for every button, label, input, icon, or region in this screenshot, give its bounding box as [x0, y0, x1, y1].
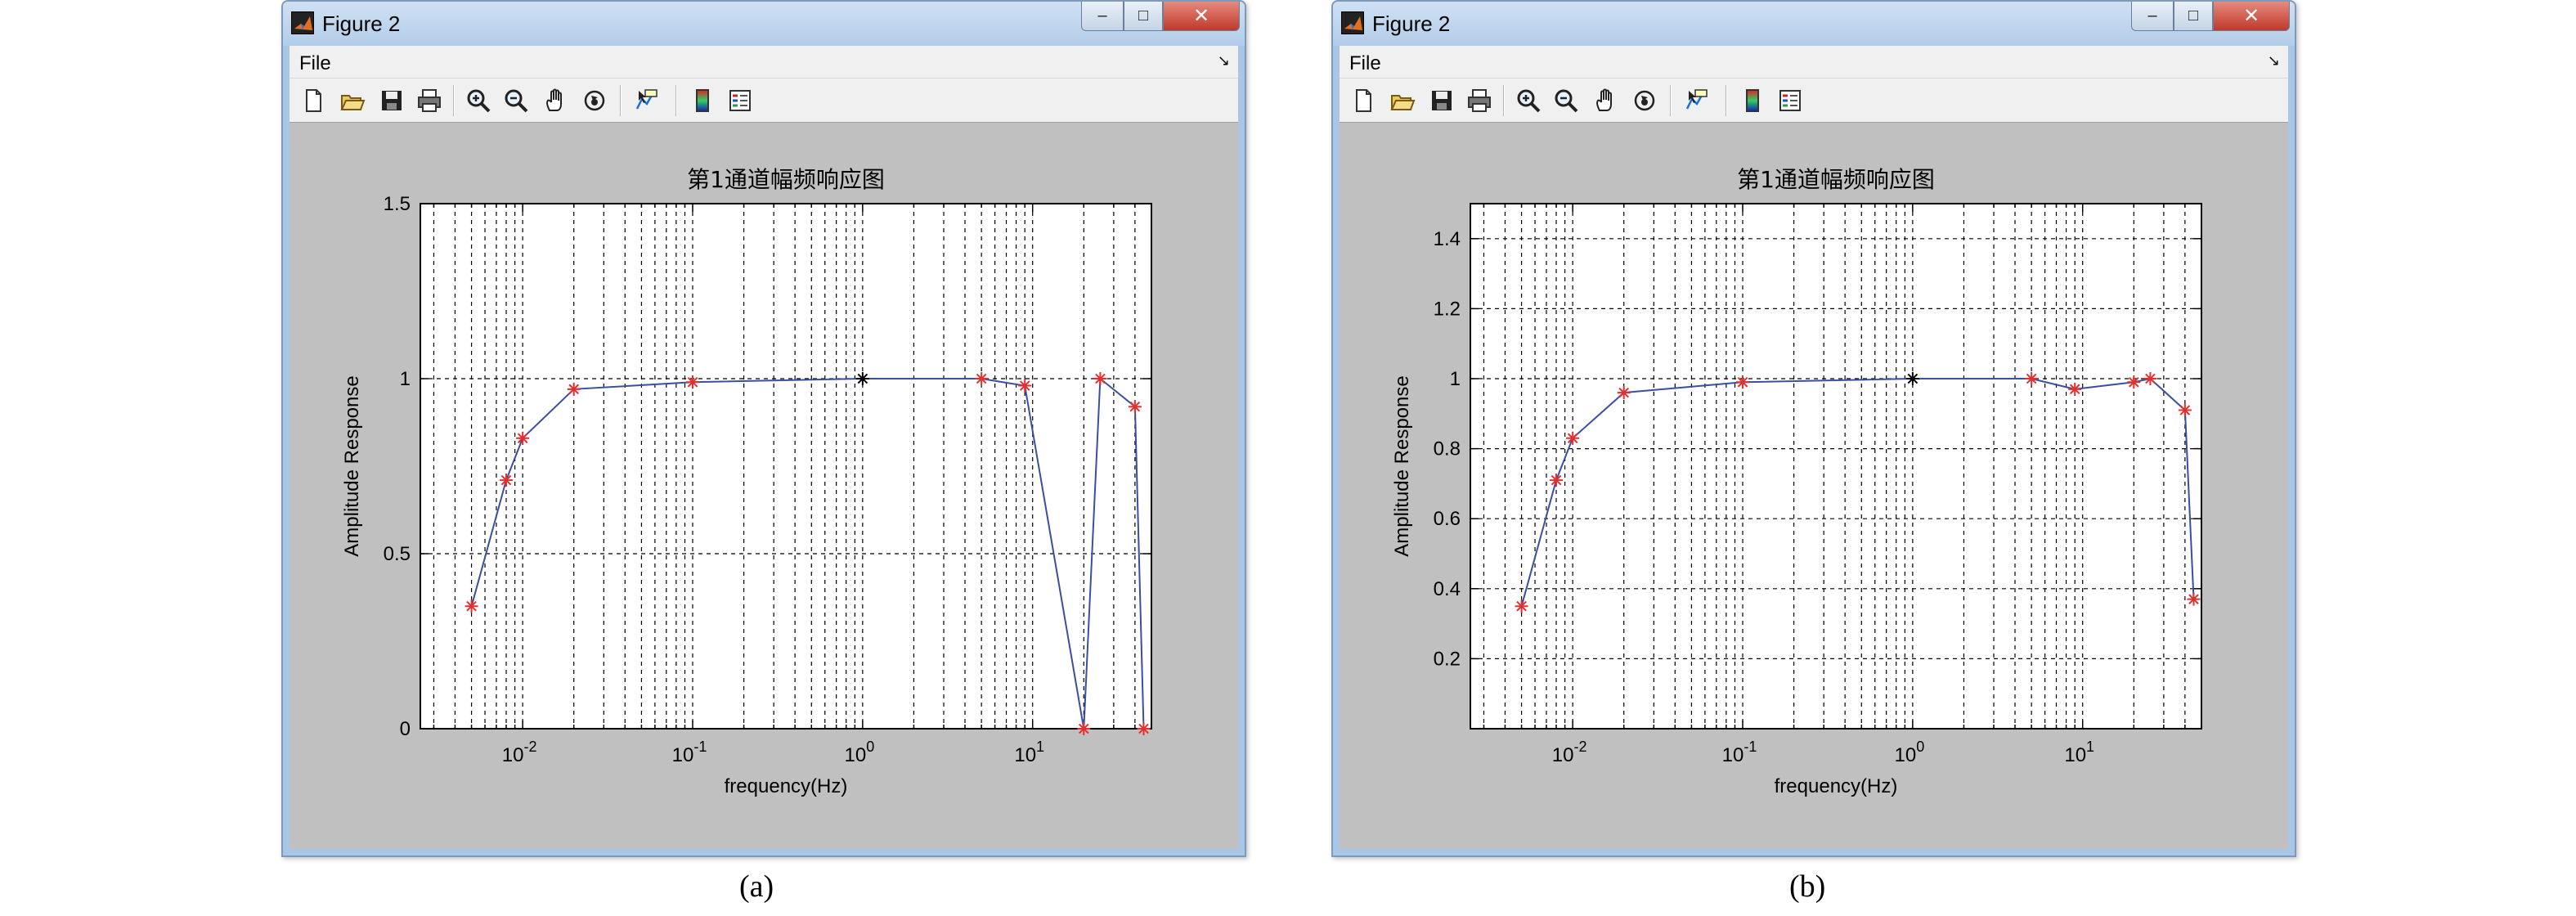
y-tick-label: 0.5 [384, 543, 411, 565]
x-tick-label: 101 [1014, 739, 1044, 766]
y-tick-label: 1 [1450, 368, 1461, 390]
rotate-3d-icon[interactable] [581, 87, 608, 114]
data-cursor-icon[interactable] [1683, 87, 1711, 114]
figure-toolbar [1340, 79, 2288, 123]
caption-b: (b) [1789, 869, 1826, 904]
x-tick-label: 100 [1894, 739, 1924, 766]
toolbar-separator [453, 85, 455, 116]
figure-toolbar [289, 79, 1238, 123]
zoom-in-icon[interactable] [464, 87, 492, 114]
colorbar-icon[interactable] [1739, 87, 1766, 114]
x-tick-label: 100 [844, 739, 874, 766]
new-file-icon[interactable] [1349, 87, 1377, 114]
axes-background [420, 204, 1151, 729]
toolbar-separator [620, 85, 622, 116]
minimize-button[interactable]: – [1081, 2, 1124, 31]
data-point-marker [975, 372, 989, 385]
y-tick-label: 1.2 [1434, 298, 1461, 320]
maximize-button[interactable]: □ [2174, 2, 2213, 31]
y-tick-label: 1 [400, 368, 411, 390]
colorbar-icon[interactable] [689, 87, 716, 114]
minimize-button[interactable]: – [2131, 2, 2174, 31]
chart-title: 第1通道幅频响应图 [687, 166, 885, 193]
rotate-3d-icon[interactable] [1631, 87, 1658, 114]
open-folder-icon[interactable] [1389, 87, 1416, 114]
data-point-marker [1137, 722, 1151, 735]
y-tick-label: 1.4 [1434, 228, 1461, 250]
save-icon[interactable] [1428, 87, 1456, 114]
y-tick-label: 0.2 [1434, 648, 1461, 670]
pan-hand-icon[interactable] [541, 87, 569, 114]
title-bar[interactable]: Figure 2 – □ ✕ [1333, 2, 2295, 46]
maximize-button[interactable]: □ [1124, 2, 1163, 31]
data-point-marker [1617, 386, 1631, 400]
save-icon[interactable] [378, 87, 406, 114]
data-point-marker [1093, 372, 1107, 385]
figure-window-a: Figure 2 – □ ✕ File ↘ 0 0.5 1 1.5 10-2 10-1 10… [281, 0, 1246, 857]
toolbar-separator [1670, 85, 1672, 116]
zoom-in-icon[interactable] [1515, 87, 1542, 114]
zoom-out-icon[interactable] [502, 87, 530, 114]
amplitude-chart: 0.2 0.4 0.6 0.8 1 1.2 1.4 10-2 10-1 100 101 第1通道幅频响… [1391, 166, 2202, 797]
y-tick-label: 0 [400, 718, 411, 740]
menu-file[interactable]: File [1349, 52, 1381, 75]
figure-client: File ↘ 0.2 0.4 0.6 0.8 1 1.2 1.4 10-2 10-1 100 101… [1340, 46, 2288, 849]
pan-hand-icon[interactable] [1591, 87, 1619, 114]
toolbar-separator [1726, 85, 1727, 116]
x-tick-label: 101 [2064, 739, 2094, 766]
toolbar-separator [675, 85, 677, 116]
menu-file[interactable]: File [299, 52, 331, 75]
figure-stage: Figure 2 – □ ✕ File ↘ 0 0.5 1 1.5 10-2 10-1 10… [0, 0, 2576, 916]
x-axis-label: frequency(Hz) [1775, 775, 1898, 797]
data-point-marker [1077, 722, 1091, 735]
print-icon[interactable] [1465, 87, 1493, 114]
x-tick-label: 10-2 [502, 739, 537, 766]
figure-client: File ↘ 0 0.5 1 1.5 10-2 10-1 100 101 第1通道幅频响应图 fr… [289, 46, 1238, 849]
y-tick-label: 0.4 [1434, 578, 1461, 600]
menu-bar: File ↘ [289, 46, 1238, 79]
plot-area: 0 0.5 1 1.5 10-2 10-1 100 101 第1通道幅频响应图 frequency… [289, 123, 1238, 849]
data-point-marker [464, 599, 478, 613]
menu-bar: File ↘ [1340, 46, 2288, 79]
chart-title: 第1通道幅频响应图 [1737, 166, 1935, 193]
matlab-logo-icon [1341, 11, 1364, 34]
zoom-out-icon[interactable] [1552, 87, 1580, 114]
axes-background [1470, 204, 2201, 729]
x-axis-label: frequency(Hz) [725, 775, 848, 797]
window-title: Figure 2 [1372, 11, 1451, 36]
data-point-marker [567, 382, 581, 396]
window-title: Figure 2 [322, 11, 401, 36]
plot-area: 0.2 0.4 0.6 0.8 1 1.2 1.4 10-2 10-1 100 101 第1通道幅频响… [1340, 123, 2288, 849]
data-cursor-icon[interactable] [633, 87, 661, 114]
y-tick-label: 0.6 [1434, 508, 1461, 530]
caption-a: (a) [739, 869, 774, 904]
x-tick-label: 10-1 [1722, 739, 1757, 766]
title-bar[interactable]: Figure 2 – □ ✕ [283, 2, 1245, 46]
open-folder-icon[interactable] [339, 87, 366, 114]
x-tick-label: 10-2 [1552, 739, 1587, 766]
menu-dock-arrow[interactable]: ↘ [2268, 52, 2280, 70]
y-tick-label: 0.8 [1434, 438, 1461, 460]
legend-icon[interactable] [1776, 87, 1804, 114]
x-tick-label: 10-1 [672, 739, 707, 766]
print-icon[interactable] [415, 87, 443, 114]
data-point-marker [685, 375, 699, 389]
menu-dock-arrow[interactable]: ↘ [1218, 52, 1230, 70]
close-button[interactable]: ✕ [1163, 2, 1240, 31]
toolbar-separator [1503, 85, 1505, 116]
new-file-icon[interactable] [299, 87, 327, 114]
matlab-logo-icon [291, 11, 314, 34]
y-tick-label: 1.5 [384, 193, 411, 215]
legend-icon[interactable] [726, 87, 754, 114]
data-point-marker [1549, 474, 1563, 487]
figure-window-b: Figure 2 – □ ✕ File ↘ 0.2 0.4 0.6 0.8 1 1.2 1.… [1331, 0, 2296, 857]
data-point-marker [499, 474, 513, 487]
y-axis-label: Amplitude Response [1391, 375, 1413, 556]
amplitude-chart: 0 0.5 1 1.5 10-2 10-1 100 101 第1通道幅频响应图 frequency… [341, 166, 1152, 797]
y-axis-label: Amplitude Response [341, 375, 363, 556]
close-button[interactable]: ✕ [2213, 2, 2290, 31]
